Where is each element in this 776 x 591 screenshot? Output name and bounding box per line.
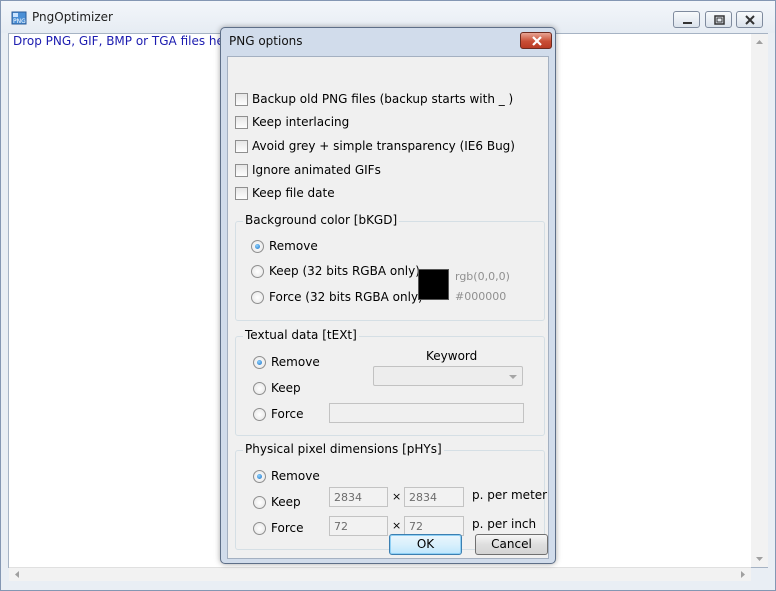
png-app-icon: PNG bbox=[11, 11, 27, 25]
close-icon bbox=[745, 15, 755, 25]
text-remove-radio[interactable] bbox=[253, 355, 266, 369]
text-force-input[interactable] bbox=[329, 403, 524, 423]
keep-file-date-label: Keep file date bbox=[252, 186, 335, 200]
cancel-button[interactable]: Cancel bbox=[475, 534, 548, 555]
keep-times-sign: × bbox=[392, 490, 402, 503]
text-keep-label: Keep bbox=[271, 381, 301, 395]
restore-icon bbox=[714, 15, 725, 25]
vertical-scrollbar[interactable] bbox=[751, 34, 768, 567]
bkgd-keep-label: Keep (32 bits RGBA only) bbox=[269, 264, 420, 278]
keep-x-input[interactable]: 2834 bbox=[329, 487, 388, 507]
dialog-title: PNG options bbox=[229, 34, 303, 48]
text-remove-label: Remove bbox=[271, 355, 320, 369]
bkgd-force-label: Force (32 bits RGBA only) bbox=[269, 290, 423, 304]
keyword-dropdown[interactable] bbox=[373, 366, 523, 386]
phys-keep-option[interactable]: Keep bbox=[253, 494, 301, 510]
avoid-grey-checkbox[interactable] bbox=[235, 139, 248, 153]
scroll-left-icon[interactable] bbox=[9, 566, 26, 583]
drop-hint-text: Drop PNG, GIF, BMP or TGA files here bbox=[13, 34, 236, 48]
keep-y-input[interactable]: 2834 bbox=[404, 487, 464, 507]
background-color-swatch[interactable] bbox=[418, 269, 449, 300]
horizontal-scrollbar[interactable] bbox=[9, 567, 751, 581]
ignore-gifs-checkbox[interactable] bbox=[235, 163, 248, 177]
bkgd-force-radio[interactable] bbox=[251, 290, 264, 304]
phys-force-label: Force bbox=[271, 521, 304, 535]
avoid-grey-label: Avoid grey + simple transparency (IE6 Bu… bbox=[252, 139, 515, 153]
phys-keep-radio[interactable] bbox=[253, 495, 266, 509]
phys-force-option[interactable]: Force bbox=[253, 520, 303, 536]
force-x-input[interactable]: 72 bbox=[329, 516, 388, 536]
text-remove-option[interactable]: Remove bbox=[253, 354, 320, 370]
bkgd-remove-label: Remove bbox=[269, 239, 318, 253]
minimize-icon bbox=[683, 22, 692, 24]
png-options-dialog: PNG options Backup old PNG files (backup… bbox=[220, 27, 556, 564]
keep-interlacing-label: Keep interlacing bbox=[252, 115, 350, 129]
phys-remove-option[interactable]: Remove bbox=[253, 468, 320, 484]
bkgd-keep-radio[interactable] bbox=[251, 264, 264, 278]
window-title: PngOptimizer bbox=[32, 10, 113, 24]
keyword-label: Keyword bbox=[426, 349, 478, 363]
text-keep-radio[interactable] bbox=[253, 381, 266, 395]
ignore-gifs-checkbox-row[interactable]: Ignore animated GIFs bbox=[235, 162, 381, 178]
ignore-gifs-label: Ignore animated GIFs bbox=[252, 163, 381, 177]
close-button[interactable] bbox=[736, 11, 763, 28]
force-y-input[interactable]: 72 bbox=[404, 516, 464, 536]
keep-unit-label: p. per meter bbox=[472, 488, 548, 502]
bkgd-remove-radio[interactable] bbox=[251, 239, 264, 253]
backup-label: Backup old PNG files (backup starts with… bbox=[252, 92, 514, 106]
force-times-sign: × bbox=[392, 519, 402, 532]
dialog-body: Backup old PNG files (backup starts with… bbox=[227, 56, 549, 559]
keep-file-date-checkbox[interactable] bbox=[235, 186, 248, 200]
force-unit-label: p. per inch bbox=[472, 517, 537, 531]
backup-checkbox-row[interactable]: Backup old PNG files (backup starts with… bbox=[235, 91, 513, 107]
avoid-grey-checkbox-row[interactable]: Avoid grey + simple transparency (IE6 Bu… bbox=[235, 138, 515, 154]
chevron-down-icon bbox=[509, 375, 517, 379]
phys-keep-label: Keep bbox=[271, 495, 301, 509]
scroll-up-icon[interactable] bbox=[751, 34, 768, 51]
maximize-button[interactable] bbox=[705, 11, 732, 28]
text-keep-option[interactable]: Keep bbox=[253, 380, 301, 396]
scroll-down-icon[interactable] bbox=[751, 550, 768, 567]
hex-value: #000000 bbox=[455, 290, 507, 303]
keep-interlacing-checkbox-row[interactable]: Keep interlacing bbox=[235, 114, 349, 130]
backup-checkbox[interactable] bbox=[235, 92, 248, 106]
textual-group: Textual data [tEXt] Remove Keep Force Ke… bbox=[235, 328, 545, 436]
text-force-option[interactable]: Force bbox=[253, 406, 303, 422]
minimize-button[interactable] bbox=[673, 11, 700, 28]
phys-force-radio[interactable] bbox=[253, 521, 266, 535]
dialog-close-button[interactable] bbox=[520, 32, 552, 49]
phys-remove-radio[interactable] bbox=[253, 469, 266, 483]
close-icon bbox=[532, 36, 542, 46]
scroll-right-icon[interactable] bbox=[734, 566, 751, 583]
background-group: Background color [bKGD] Remove Keep (32 … bbox=[235, 213, 545, 321]
phys-remove-label: Remove bbox=[271, 469, 320, 483]
physical-group-title: Physical pixel dimensions [pHYs] bbox=[243, 442, 444, 456]
text-force-label: Force bbox=[271, 407, 304, 421]
ok-button[interactable]: OK bbox=[389, 534, 462, 555]
svg-text:PNG: PNG bbox=[13, 18, 26, 25]
rgb-value: rgb(0,0,0) bbox=[455, 270, 510, 283]
bkgd-force-option[interactable]: Force (32 bits RGBA only) bbox=[251, 289, 423, 305]
text-force-radio[interactable] bbox=[253, 407, 266, 421]
keep-interlacing-checkbox[interactable] bbox=[235, 115, 248, 129]
background-group-title: Background color [bKGD] bbox=[243, 213, 400, 227]
textual-group-title: Textual data [tEXt] bbox=[243, 328, 359, 342]
bkgd-keep-option[interactable]: Keep (32 bits RGBA only) bbox=[251, 263, 420, 279]
bkgd-remove-option[interactable]: Remove bbox=[251, 238, 318, 254]
keep-file-date-checkbox-row[interactable]: Keep file date bbox=[235, 185, 335, 201]
